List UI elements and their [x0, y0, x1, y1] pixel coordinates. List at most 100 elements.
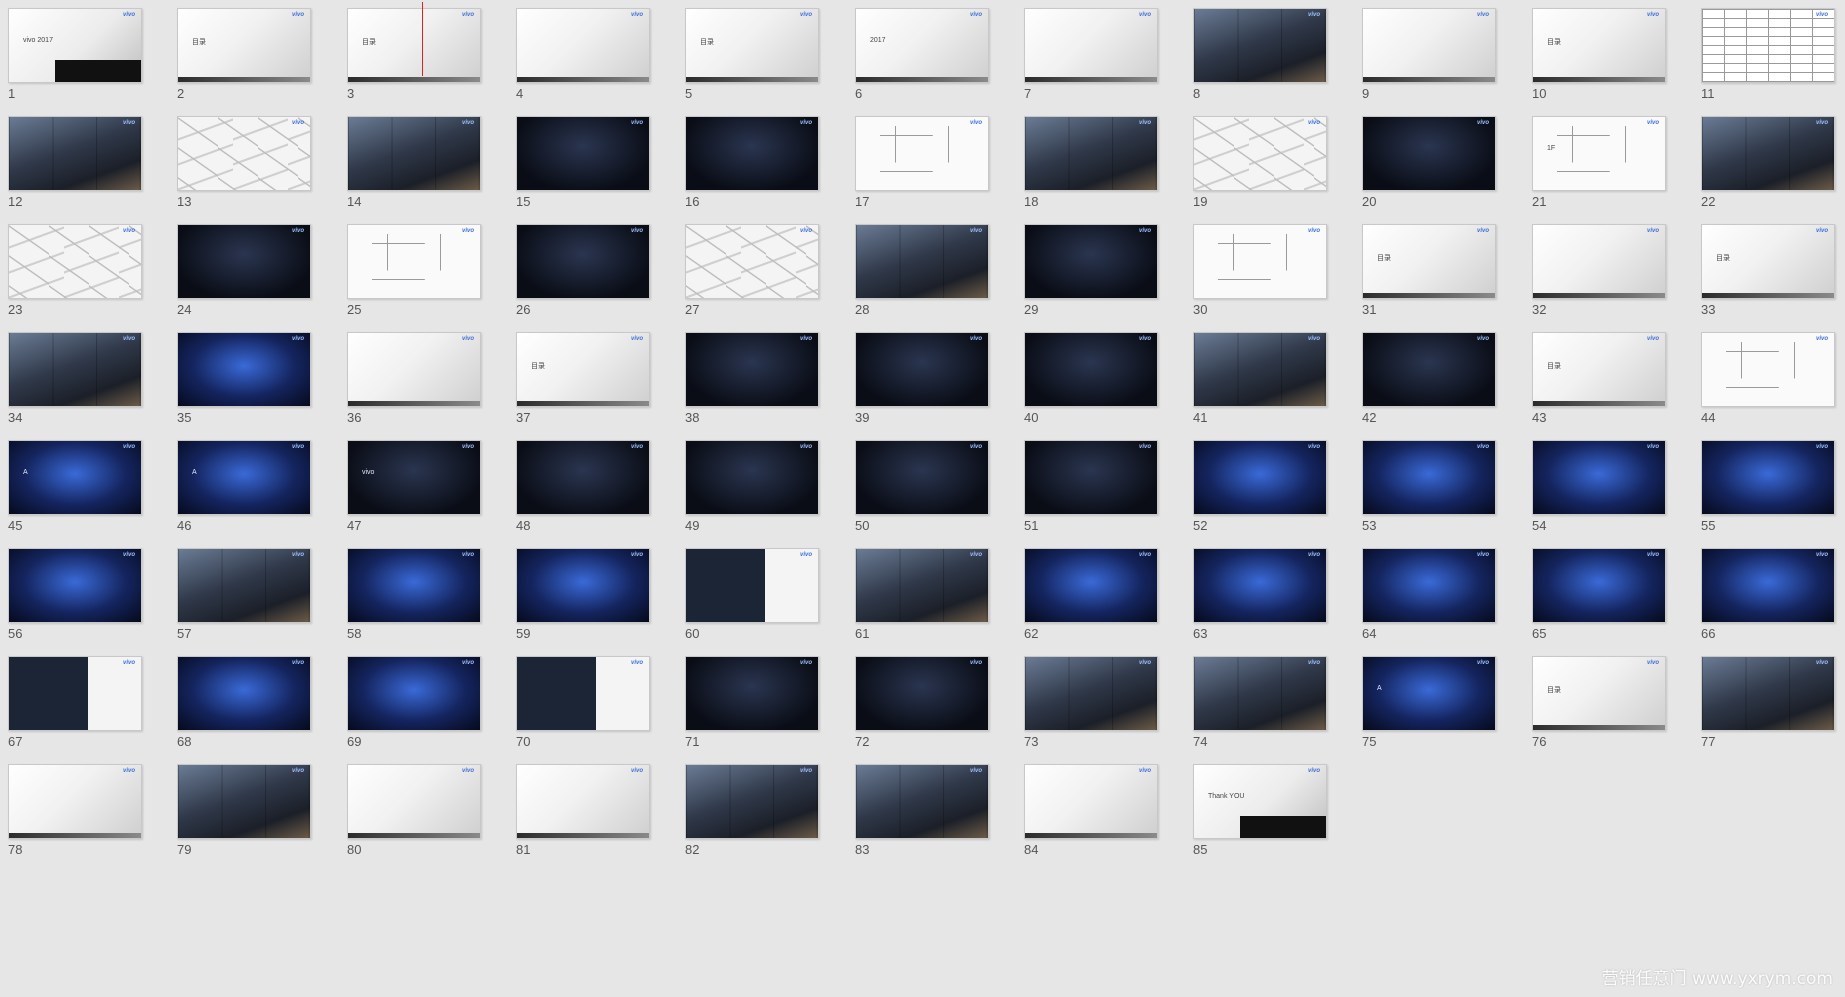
slide-preview[interactable]: vivo [516, 440, 650, 515]
slide-preview[interactable]: vivo [516, 656, 650, 731]
slide-thumbnail-31[interactable]: vivo 目录 31 [1354, 216, 1496, 326]
slide-preview[interactable]: vivo [177, 656, 311, 731]
slide-thumbnail-54[interactable]: vivo 54 [1524, 432, 1666, 542]
slide-thumbnail-42[interactable]: vivo 42 [1354, 324, 1496, 434]
slide-thumbnail-66[interactable]: vivo 66 [1693, 540, 1835, 650]
slide-thumbnail-63[interactable]: vivo 63 [1185, 540, 1327, 650]
slide-thumbnail-7[interactable]: vivo 7 [1016, 0, 1158, 110]
slide-thumbnail-69[interactable]: vivo 69 [339, 648, 481, 758]
slide-thumbnail-59[interactable]: vivo 59 [508, 540, 650, 650]
slide-preview[interactable]: vivo [1024, 116, 1158, 191]
slide-preview[interactable]: vivo [347, 224, 481, 299]
slide-thumbnail-16[interactable]: vivo 16 [677, 108, 819, 218]
slide-thumbnail-77[interactable]: vivo 77 [1693, 648, 1835, 758]
slide-preview[interactable]: vivo [1024, 224, 1158, 299]
slide-thumbnail-17[interactable]: vivo 17 [847, 108, 989, 218]
slide-preview[interactable]: vivo [685, 656, 819, 731]
slide-thumbnail-64[interactable]: vivo 64 [1354, 540, 1496, 650]
slide-preview[interactable]: vivo [347, 332, 481, 407]
slide-thumbnail-28[interactable]: vivo 28 [847, 216, 989, 326]
slide-thumbnail-3[interactable]: vivo 目录 3 [339, 0, 481, 110]
slide-thumbnail-14[interactable]: vivo 14 [339, 108, 481, 218]
slide-preview[interactable]: vivo [516, 764, 650, 839]
slide-thumbnail-53[interactable]: vivo 53 [1354, 432, 1496, 542]
slide-preview[interactable]: vivo [685, 224, 819, 299]
slide-preview[interactable]: vivo [177, 332, 311, 407]
slide-thumbnail-56[interactable]: vivo 56 [0, 540, 142, 650]
slide-thumbnail-40[interactable]: vivo 40 [1016, 324, 1158, 434]
slide-thumbnail-10[interactable]: vivo 目录 10 [1524, 0, 1666, 110]
slide-thumbnail-5[interactable]: vivo 目录 5 [677, 0, 819, 110]
slide-thumbnail-82[interactable]: vivo 82 [677, 756, 819, 866]
slide-preview[interactable]: vivo [1701, 656, 1835, 731]
slide-thumbnail-27[interactable]: vivo 27 [677, 216, 819, 326]
slide-preview[interactable]: vivo [1701, 116, 1835, 191]
slide-thumbnail-47[interactable]: vivo vivo 47 [339, 432, 481, 542]
slide-preview[interactable]: vivo [1024, 332, 1158, 407]
slide-preview[interactable]: vivo 目录 [685, 8, 819, 83]
slide-thumbnail-52[interactable]: vivo 52 [1185, 432, 1327, 542]
slide-preview[interactable]: vivo [1193, 332, 1327, 407]
slide-preview[interactable]: vivo [8, 656, 142, 731]
slide-preview[interactable]: vivo [855, 656, 989, 731]
slide-thumbnail-79[interactable]: vivo 79 [169, 756, 311, 866]
slide-preview[interactable]: vivo Thank YOU [1193, 764, 1327, 839]
slide-preview[interactable]: vivo [177, 116, 311, 191]
slide-preview[interactable]: vivo 2017 [855, 8, 989, 83]
slide-preview[interactable]: vivo A [1362, 656, 1496, 731]
slide-thumbnail-34[interactable]: vivo 34 [0, 324, 142, 434]
slide-thumbnail-11[interactable]: vivo 11 [1693, 0, 1835, 110]
slide-thumbnail-13[interactable]: vivo 13 [169, 108, 311, 218]
slide-preview[interactable]: vivo [8, 764, 142, 839]
slide-preview[interactable]: vivo [8, 116, 142, 191]
slide-thumbnail-76[interactable]: vivo 目录 76 [1524, 648, 1666, 758]
slide-thumbnail-2[interactable]: vivo 目录 2 [169, 0, 311, 110]
slide-preview[interactable]: vivo [1193, 116, 1327, 191]
slide-preview[interactable]: vivo 目录 [1532, 656, 1666, 731]
slide-thumbnail-84[interactable]: vivo 84 [1016, 756, 1158, 866]
slide-thumbnail-73[interactable]: vivo 73 [1016, 648, 1158, 758]
slide-preview[interactable]: vivo [1193, 548, 1327, 623]
slide-preview[interactable]: vivo [1024, 656, 1158, 731]
slide-preview[interactable]: vivo 目录 [1701, 224, 1835, 299]
slide-thumbnail-68[interactable]: vivo 68 [169, 648, 311, 758]
slide-preview[interactable]: vivo [1532, 440, 1666, 515]
slide-preview[interactable]: vivo [177, 764, 311, 839]
slide-preview[interactable]: vivo [1701, 548, 1835, 623]
slide-preview[interactable]: vivo A [177, 440, 311, 515]
slide-thumbnail-23[interactable]: vivo 23 [0, 216, 142, 326]
slide-thumbnail-12[interactable]: vivo 12 [0, 108, 142, 218]
slide-thumbnail-29[interactable]: vivo 29 [1016, 216, 1158, 326]
slide-preview[interactable]: vivo 目录 [1532, 332, 1666, 407]
slide-preview[interactable]: vivo [685, 548, 819, 623]
slide-thumbnail-74[interactable]: vivo 74 [1185, 648, 1327, 758]
slide-thumbnail-81[interactable]: vivo 81 [508, 756, 650, 866]
slide-thumbnail-20[interactable]: vivo 20 [1354, 108, 1496, 218]
slide-preview[interactable]: vivo [855, 440, 989, 515]
slide-preview[interactable]: vivo [1362, 8, 1496, 83]
slide-thumbnail-4[interactable]: vivo 4 [508, 0, 650, 110]
slide-preview[interactable]: vivo [1024, 764, 1158, 839]
slide-preview[interactable]: vivo [685, 116, 819, 191]
slide-preview[interactable]: vivo [516, 8, 650, 83]
slide-thumbnail-35[interactable]: vivo 35 [169, 324, 311, 434]
slide-thumbnail-72[interactable]: vivo 72 [847, 648, 989, 758]
slide-preview[interactable]: vivo [1532, 548, 1666, 623]
slide-thumbnail-8[interactable]: vivo 8 [1185, 0, 1327, 110]
slide-thumbnail-45[interactable]: vivo A 45 [0, 432, 142, 542]
slide-thumbnail-49[interactable]: vivo 49 [677, 432, 819, 542]
slide-thumbnail-55[interactable]: vivo 55 [1693, 432, 1835, 542]
slide-preview[interactable]: vivo 目录 [1362, 224, 1496, 299]
slide-thumbnail-37[interactable]: vivo 目录 37 [508, 324, 650, 434]
slide-preview[interactable]: vivo [347, 764, 481, 839]
slide-preview[interactable]: vivo [685, 764, 819, 839]
slide-preview[interactable]: vivo [1193, 440, 1327, 515]
slide-preview[interactable]: vivo [855, 332, 989, 407]
slide-thumbnail-57[interactable]: vivo 57 [169, 540, 311, 650]
slide-preview[interactable]: vivo [1193, 224, 1327, 299]
slide-thumbnail-9[interactable]: vivo 9 [1354, 0, 1496, 110]
slide-thumbnail-26[interactable]: vivo 26 [508, 216, 650, 326]
slide-thumbnail-18[interactable]: vivo 18 [1016, 108, 1158, 218]
slide-thumbnail-22[interactable]: vivo 22 [1693, 108, 1835, 218]
slide-preview[interactable]: vivo [8, 224, 142, 299]
